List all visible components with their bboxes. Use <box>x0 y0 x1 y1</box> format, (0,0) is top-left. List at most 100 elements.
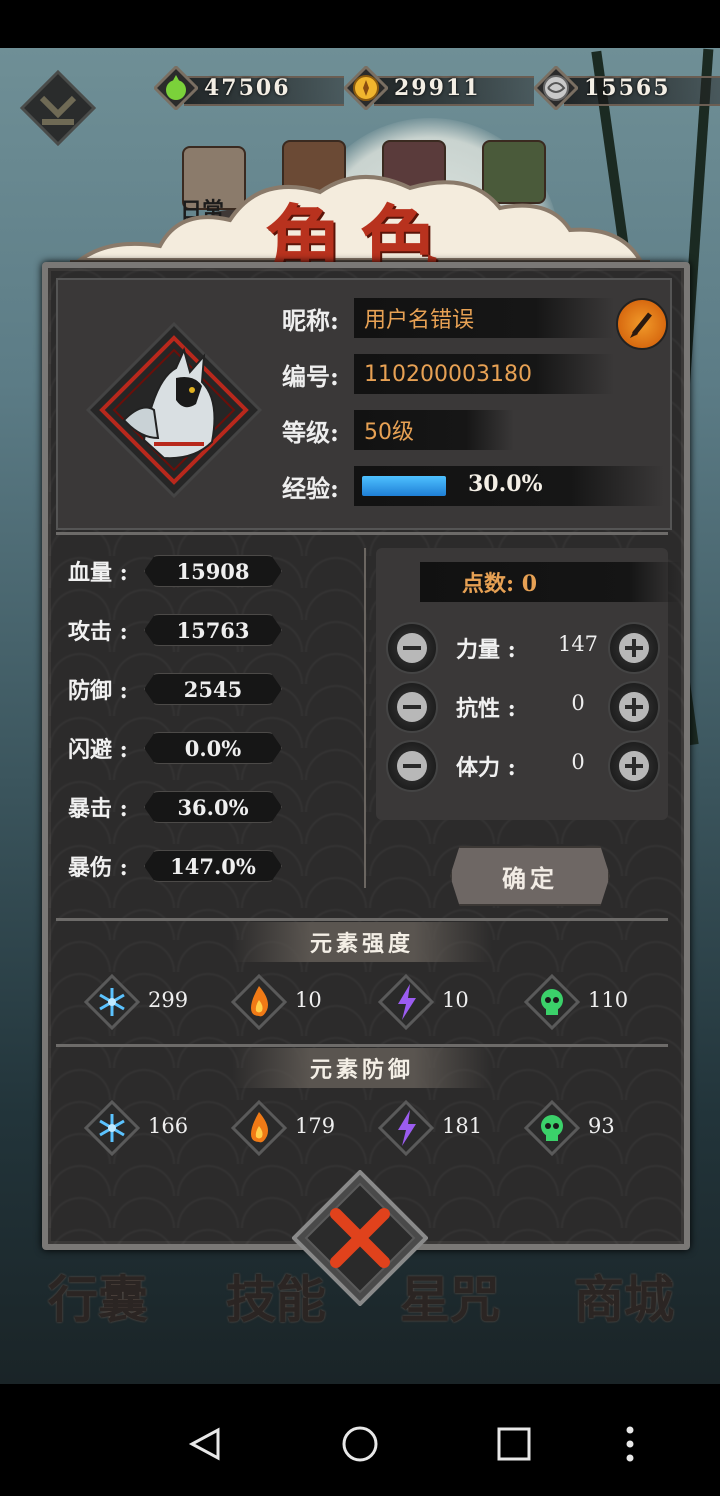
id-row: 编号: 110200003180 <box>282 354 614 394</box>
fox-avatar <box>85 321 263 499</box>
system-nav-bar <box>0 1384 720 1496</box>
tab-shop[interactable]: 商城 <box>574 1260 674 1332</box>
stat-defense: 防御 : 2545 <box>68 672 282 706</box>
elem-strength-lightning: 10 <box>378 974 518 1030</box>
divider <box>56 918 668 921</box>
elem-value: 166 <box>148 1114 189 1138</box>
exp-percent: 30.0% <box>468 471 543 497</box>
element-strength-header: 元素强度 <box>232 922 492 962</box>
poison-skull-icon <box>524 974 580 1030</box>
back-icon[interactable] <box>186 1424 226 1464</box>
collapse-menu-button[interactable] <box>18 68 98 148</box>
elem-value: 181 <box>442 1114 483 1138</box>
stat-label: 暴击 : <box>68 796 128 822</box>
stat-value: 36.0% <box>144 791 282 823</box>
stat-value: 147.0% <box>144 850 282 882</box>
increase-button[interactable] <box>608 740 660 792</box>
decrease-button[interactable] <box>386 622 438 674</box>
id-label: 编号: <box>282 361 339 391</box>
attr-resistance: 抗性 : 0 <box>386 681 660 733</box>
exp-bar-fill <box>362 476 446 496</box>
elem-value: 93 <box>588 1114 615 1138</box>
ice-icon <box>84 1100 140 1156</box>
stat-label: 闪避 : <box>68 737 128 763</box>
elem-value: 10 <box>295 988 322 1012</box>
home-icon[interactable] <box>340 1424 380 1464</box>
stats-scroll-overflow[interactable] <box>68 904 348 916</box>
stat-value: 0.0% <box>144 732 282 764</box>
lightning-icon <box>378 974 434 1030</box>
points-box: 点数: 0 力量 : 147 抗性 : 0 体力 : 0 <box>376 548 682 820</box>
level-value: 50级 <box>354 410 514 450</box>
nickname-value: 用户名错误 <box>354 298 614 338</box>
id-value: 110200003180 <box>354 354 614 394</box>
resource-value: 15565 <box>584 75 671 101</box>
fire-icon <box>231 974 287 1030</box>
decrease-button[interactable] <box>386 740 438 792</box>
exp-row: 经验: 30.0% <box>282 466 664 506</box>
level-row: 等级: 50级 <box>282 410 514 450</box>
increase-button[interactable] <box>608 622 660 674</box>
gold-coin-icon <box>344 66 388 110</box>
attr-value: 0 <box>571 750 585 774</box>
minus-icon <box>397 633 427 663</box>
lightning-icon <box>378 1100 434 1156</box>
green-drop-icon <box>154 66 198 110</box>
ice-icon <box>84 974 140 1030</box>
element-defense-header: 元素防御 <box>232 1048 492 1088</box>
elem-value: 179 <box>295 1114 336 1138</box>
stat-hp: 血量 : 15908 <box>68 554 282 588</box>
edit-nickname-button[interactable] <box>616 298 668 350</box>
plus-icon <box>619 751 649 781</box>
minus-bar <box>403 705 421 709</box>
minus-bar <box>403 764 421 768</box>
plus-icon <box>619 692 649 722</box>
level-label: 等级: <box>282 417 339 447</box>
attr-label: 力量 : <box>456 637 516 663</box>
character-panel: 昵称: 用户名错误 编号: 110200003180 等级: 50级 经验: 3… <box>42 262 690 1250</box>
stat-label: 防御 : <box>68 678 128 704</box>
close-button[interactable] <box>292 1170 428 1306</box>
elem-value: 10 <box>442 988 469 1012</box>
nickname-label: 昵称: <box>282 305 339 335</box>
section-title: 元素防御 <box>309 1057 414 1083</box>
attr-stamina: 体力 : 0 <box>386 740 660 792</box>
status-bar <box>0 0 720 48</box>
elem-strength-fire: 10 <box>231 974 371 1030</box>
stat-value: 2545 <box>144 673 282 705</box>
stat-attack: 攻击 : 15763 <box>68 613 282 647</box>
more-icon[interactable] <box>610 1424 650 1464</box>
elem-defense-poison: 93 <box>524 1100 664 1156</box>
elem-defense-lightning: 181 <box>378 1100 518 1156</box>
attr-label: 抗性 : <box>456 696 516 722</box>
points-header: 点数: 0 <box>420 562 682 602</box>
resource-value: 29911 <box>394 75 481 101</box>
exp-bar: 30.0% <box>354 466 664 506</box>
silver-coin-icon <box>534 66 578 110</box>
attr-strength: 力量 : 147 <box>386 622 660 674</box>
confirm-button[interactable]: 确定 <box>450 846 610 906</box>
stat-label: 暴伤 : <box>68 855 128 881</box>
resource-value: 47506 <box>204 75 291 101</box>
elem-strength-ice: 299 <box>84 974 224 1030</box>
minus-icon <box>397 751 427 781</box>
profile-box: 昵称: 用户名错误 编号: 110200003180 等级: 50级 经验: 3… <box>56 278 672 530</box>
plus-bar <box>632 757 636 775</box>
attr-value: 0 <box>571 691 585 715</box>
resource-gold: 29911 <box>344 66 534 110</box>
stat-dodge: 闪避 : 0.0% <box>68 731 282 765</box>
divider <box>56 532 668 535</box>
decrease-button[interactable] <box>386 681 438 733</box>
stat-crit: 暴击 : 36.0% <box>68 790 282 824</box>
stat-label: 血量 : <box>68 560 128 586</box>
attr-value: 147 <box>557 632 599 656</box>
increase-button[interactable] <box>608 681 660 733</box>
tab-bag[interactable]: 行囊 <box>48 1260 148 1332</box>
poison-skull-icon <box>524 1100 580 1156</box>
section-title: 元素强度 <box>309 931 414 957</box>
plus-bar <box>632 639 636 657</box>
plus-bar <box>632 698 636 716</box>
recents-icon[interactable] <box>494 1424 534 1464</box>
nickname-row: 昵称: 用户名错误 <box>282 298 614 338</box>
minus-bar <box>403 646 421 650</box>
